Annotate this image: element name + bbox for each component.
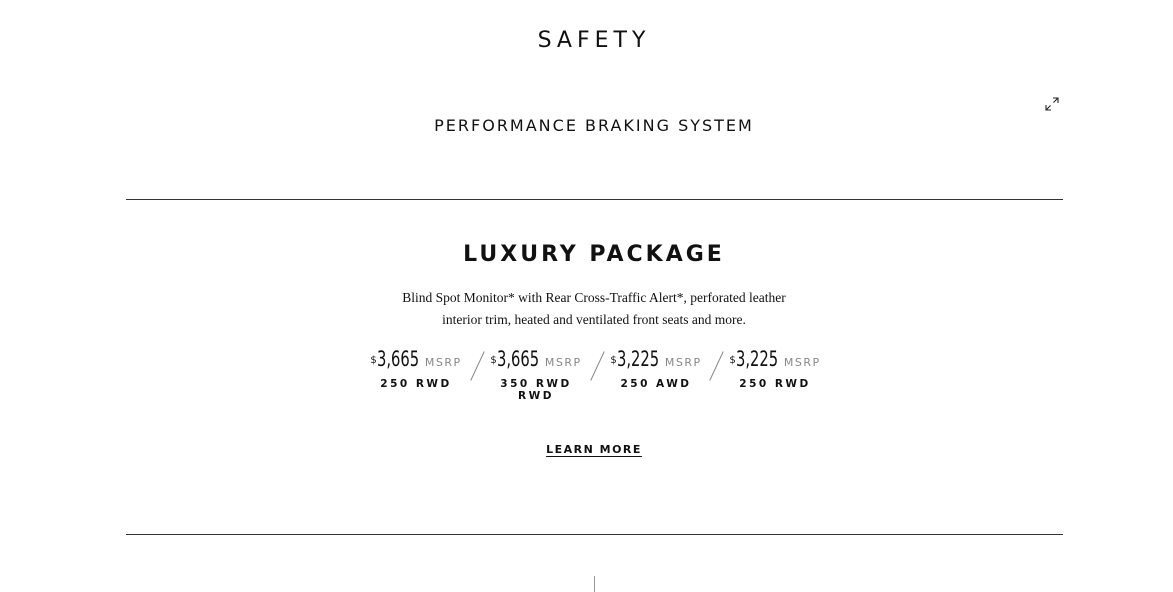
trim-label: 250 RWD [380,378,452,390]
msrp-label: MSRP [664,356,702,369]
trim-label: 350 RWD RWD [500,378,572,402]
price-separator [470,351,485,381]
package-description-line: interior trim, heated and ventilated fro… [442,312,746,327]
msrp-label: MSRP [544,356,582,369]
learn-more-container: LEARN MORE [0,440,1173,458]
currency-symbol: $ [729,355,736,366]
trim-label: 250 AWD [620,378,692,390]
currency-symbol: $ [370,355,377,366]
currency-symbol: $ [610,355,617,366]
msrp-label: MSRP [424,356,462,369]
trim-label: 250 RWD [739,378,811,390]
expand-icon[interactable] [1044,96,1060,112]
package-title: LUXURY PACKAGE [463,242,725,267]
price-item: $3,665 MSRP 250 RWD [364,346,468,390]
currency-symbol: $ [490,355,497,366]
section-title: SAFETY [537,28,651,53]
feature-name: PERFORMANCE BRAKING SYSTEM [434,116,754,135]
package-description-line: Blind Spot Monitor* with Rear Cross-Traf… [402,290,786,305]
price-amount: 3,665 [376,347,419,371]
price-item: $3,665 MSRP 350 RWD RWD [484,346,588,402]
price-separator [590,351,605,381]
price-amount: 3,225 [616,347,659,371]
package-description: Blind Spot Monitor* with Rear Cross-Traf… [0,287,1173,331]
price-list: $3,665 MSRP 250 RWD $3,665 MSRP 350 RWD RW… [362,346,832,402]
price-item: $3,225 MSRP 250 RWD [723,346,827,390]
learn-more-link[interactable]: LEARN MORE [546,443,642,456]
divider [126,534,1063,535]
scroll-indicator [594,576,595,592]
divider [126,199,1063,200]
msrp-label: MSRP [783,356,821,369]
price-amount: 3,665 [496,347,539,371]
price-item: $3,225 MSRP 250 AWD [604,346,708,390]
price-amount: 3,225 [735,347,778,371]
price-separator [709,351,724,381]
